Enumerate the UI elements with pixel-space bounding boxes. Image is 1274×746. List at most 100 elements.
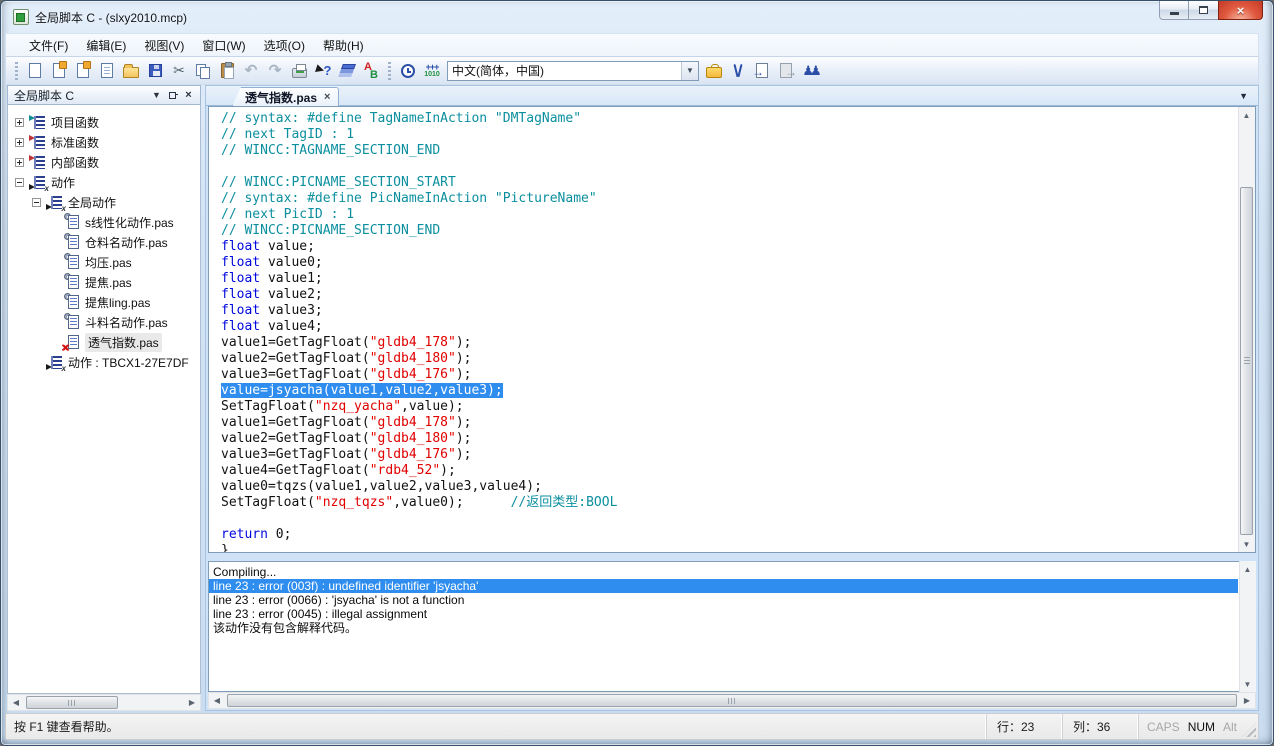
output-line[interactable]: 该动作没有包含解释代码。 (209, 621, 1238, 635)
save-button[interactable] (144, 60, 166, 82)
sidebar-pin-button[interactable] (165, 88, 180, 103)
resize-grip[interactable] (1242, 723, 1256, 737)
code-line[interactable]: float value1; (221, 271, 1238, 287)
tag-1010-button[interactable] (421, 60, 443, 82)
code-line[interactable]: return 0; (221, 527, 1238, 543)
scroll-up-icon[interactable]: ▲ (1240, 561, 1255, 577)
compass-button[interactable] (727, 60, 749, 82)
code-line[interactable]: value3=GetTagFloat("gldb4_176"); (221, 367, 1238, 383)
tree-item[interactable]: 提焦.pas (8, 272, 200, 292)
code-line[interactable] (221, 159, 1238, 175)
menu-item[interactable]: 窗口(W) (193, 34, 254, 57)
language-select[interactable]: 中文(简体，中国) ▼ (447, 61, 699, 81)
code-line[interactable]: value0=tqzs(value1,value2,value3,value4)… (221, 479, 1238, 495)
tab-close-icon[interactable]: × (324, 92, 330, 103)
compiler-output[interactable]: Compiling...line 23 : error (003f) : und… (209, 563, 1238, 691)
tree-item[interactable]: 内部函数 (8, 152, 200, 172)
editor-vertical-scrollbar[interactable]: ▲ ▼ (1238, 107, 1255, 552)
code-line[interactable]: } (221, 543, 1238, 552)
code-line[interactable]: float value0; (221, 255, 1238, 271)
undo-button[interactable] (240, 60, 262, 82)
paste-button[interactable] (216, 60, 238, 82)
sidebar-menu-button[interactable]: ▼ (149, 88, 164, 103)
scrollbar-thumb[interactable] (1240, 187, 1253, 535)
code-line[interactable]: float value4; (221, 319, 1238, 335)
import-button[interactable] (751, 60, 773, 82)
code-editor[interactable]: // syntax: #define TagNameInAction "DMTa… (209, 107, 1238, 552)
tree-item[interactable]: 仓料名动作.pas (8, 232, 200, 252)
output-line-selected[interactable]: line 23 : error (003f) : undefined ident… (209, 579, 1238, 593)
open-button[interactable] (120, 60, 142, 82)
menu-item[interactable]: 视图(V) (135, 34, 193, 57)
new-project-function-button[interactable] (48, 60, 70, 82)
scroll-left-icon[interactable]: ◀ (8, 695, 24, 710)
restore-button[interactable] (1189, 1, 1218, 20)
tree-item[interactable]: 提焦ling.pas (8, 292, 200, 312)
scroll-up-icon[interactable]: ▲ (1239, 107, 1254, 123)
scroll-right-icon[interactable]: ▶ (184, 695, 200, 710)
expand-plus-icon[interactable] (15, 138, 24, 147)
toolbar-grip[interactable] (388, 62, 391, 80)
code-line[interactable]: value2=GetTagFloat("gldb4_180"); (221, 351, 1238, 367)
menu-item[interactable]: 帮助(H) (314, 34, 373, 57)
expand-plus-icon[interactable] (15, 118, 24, 127)
toolbar-grip[interactable] (15, 62, 18, 80)
tree-item[interactable]: 斗料名动作.pas (8, 312, 200, 332)
expand-plus-icon[interactable] (15, 158, 24, 167)
code-line[interactable]: // WINCC:PICNAME_SECTION_START (221, 175, 1238, 191)
collapse-minus-icon[interactable] (32, 198, 41, 207)
code-line[interactable]: float value2; (221, 287, 1238, 303)
tab-active[interactable]: 透气指数.pas × (232, 87, 339, 106)
export-button[interactable] (775, 60, 797, 82)
tree-item[interactable]: 项目函数 (8, 112, 200, 132)
toolbox-button[interactable] (703, 60, 725, 82)
code-line[interactable]: value2=GetTagFloat("gldb4_180"); (221, 431, 1238, 447)
tab-list-dropdown-icon[interactable]: ▼ (1239, 91, 1248, 101)
tree-item[interactable]: 均压.pas (8, 252, 200, 272)
scroll-down-icon[interactable]: ▼ (1239, 536, 1254, 552)
chevron-down-icon[interactable]: ▼ (681, 62, 698, 80)
redo-button[interactable] (264, 60, 286, 82)
output-line[interactable]: line 23 : error (0066) : 'jsyacha' is no… (209, 593, 1238, 607)
code-line[interactable]: value4=GetTagFloat("rdb4_52"); (221, 463, 1238, 479)
menu-item[interactable]: 编辑(E) (77, 34, 135, 57)
title-bar[interactable]: 全局脚本 C - (slxy2010.mcp) × (1, 1, 1273, 33)
tree-item[interactable]: s线性化动作.pas (8, 212, 200, 232)
tree-item[interactable]: x动作 : TBCX1-27E7DF (8, 352, 200, 372)
minimize-button[interactable] (1159, 1, 1189, 20)
panel-splitter[interactable] (208, 554, 1256, 561)
sidebar-close-button[interactable]: × (181, 88, 196, 103)
code-line[interactable]: // next PicID : 1 (221, 207, 1238, 223)
new-standard-function-button[interactable] (72, 60, 94, 82)
collapse-minus-icon[interactable] (15, 178, 24, 187)
code-line[interactable]: float value; (221, 239, 1238, 255)
tree-item[interactable]: 标准函数 (8, 132, 200, 152)
scroll-left-icon[interactable]: ◀ (209, 693, 225, 708)
code-line[interactable]: value1=GetTagFloat("gldb4_178"); (221, 335, 1238, 351)
print-button[interactable] (288, 60, 310, 82)
code-line[interactable] (221, 511, 1238, 527)
new-document-button[interactable] (24, 60, 46, 82)
code-line[interactable]: // next TagID : 1 (221, 127, 1238, 143)
code-line[interactable]: SetTagFloat("nzq_tqzs",value0); //返回类型:B… (221, 495, 1238, 511)
code-line[interactable]: float value3; (221, 303, 1238, 319)
copy-button[interactable] (192, 60, 214, 82)
document-lines-button[interactable] (96, 60, 118, 82)
cut-button[interactable] (168, 60, 190, 82)
menu-item[interactable]: 文件(F) (20, 34, 77, 57)
tree-item[interactable]: x全局动作 (8, 192, 200, 212)
code-line[interactable]: // syntax: #define PicNameInAction "Pict… (221, 191, 1238, 207)
code-line[interactable]: SetTagFloat("nzq_yacha",value); (221, 399, 1238, 415)
code-line[interactable]: value3=GetTagFloat("gldb4_176"); (221, 447, 1238, 463)
output-vertical-scrollbar[interactable]: ▲ ▼ (1239, 561, 1256, 692)
output-line[interactable]: Compiling... (209, 565, 1238, 579)
code-line[interactable]: // WINCC:TAGNAME_SECTION_END (221, 143, 1238, 159)
scroll-right-icon[interactable]: ▶ (1239, 693, 1255, 708)
tree-item[interactable]: ×透气指数.pas (8, 332, 200, 352)
code-line[interactable]: value=jsyacha(value1,value2,value3); (221, 383, 1238, 399)
output-horizontal-scrollbar[interactable]: ◀ ▶ (208, 692, 1256, 709)
tree-item[interactable]: x动作 (8, 172, 200, 192)
syntax-ab-toggle-button[interactable] (360, 60, 382, 82)
scrollbar-thumb[interactable] (227, 694, 1237, 707)
output-line[interactable]: line 23 : error (0045) : illegal assignm… (209, 607, 1238, 621)
